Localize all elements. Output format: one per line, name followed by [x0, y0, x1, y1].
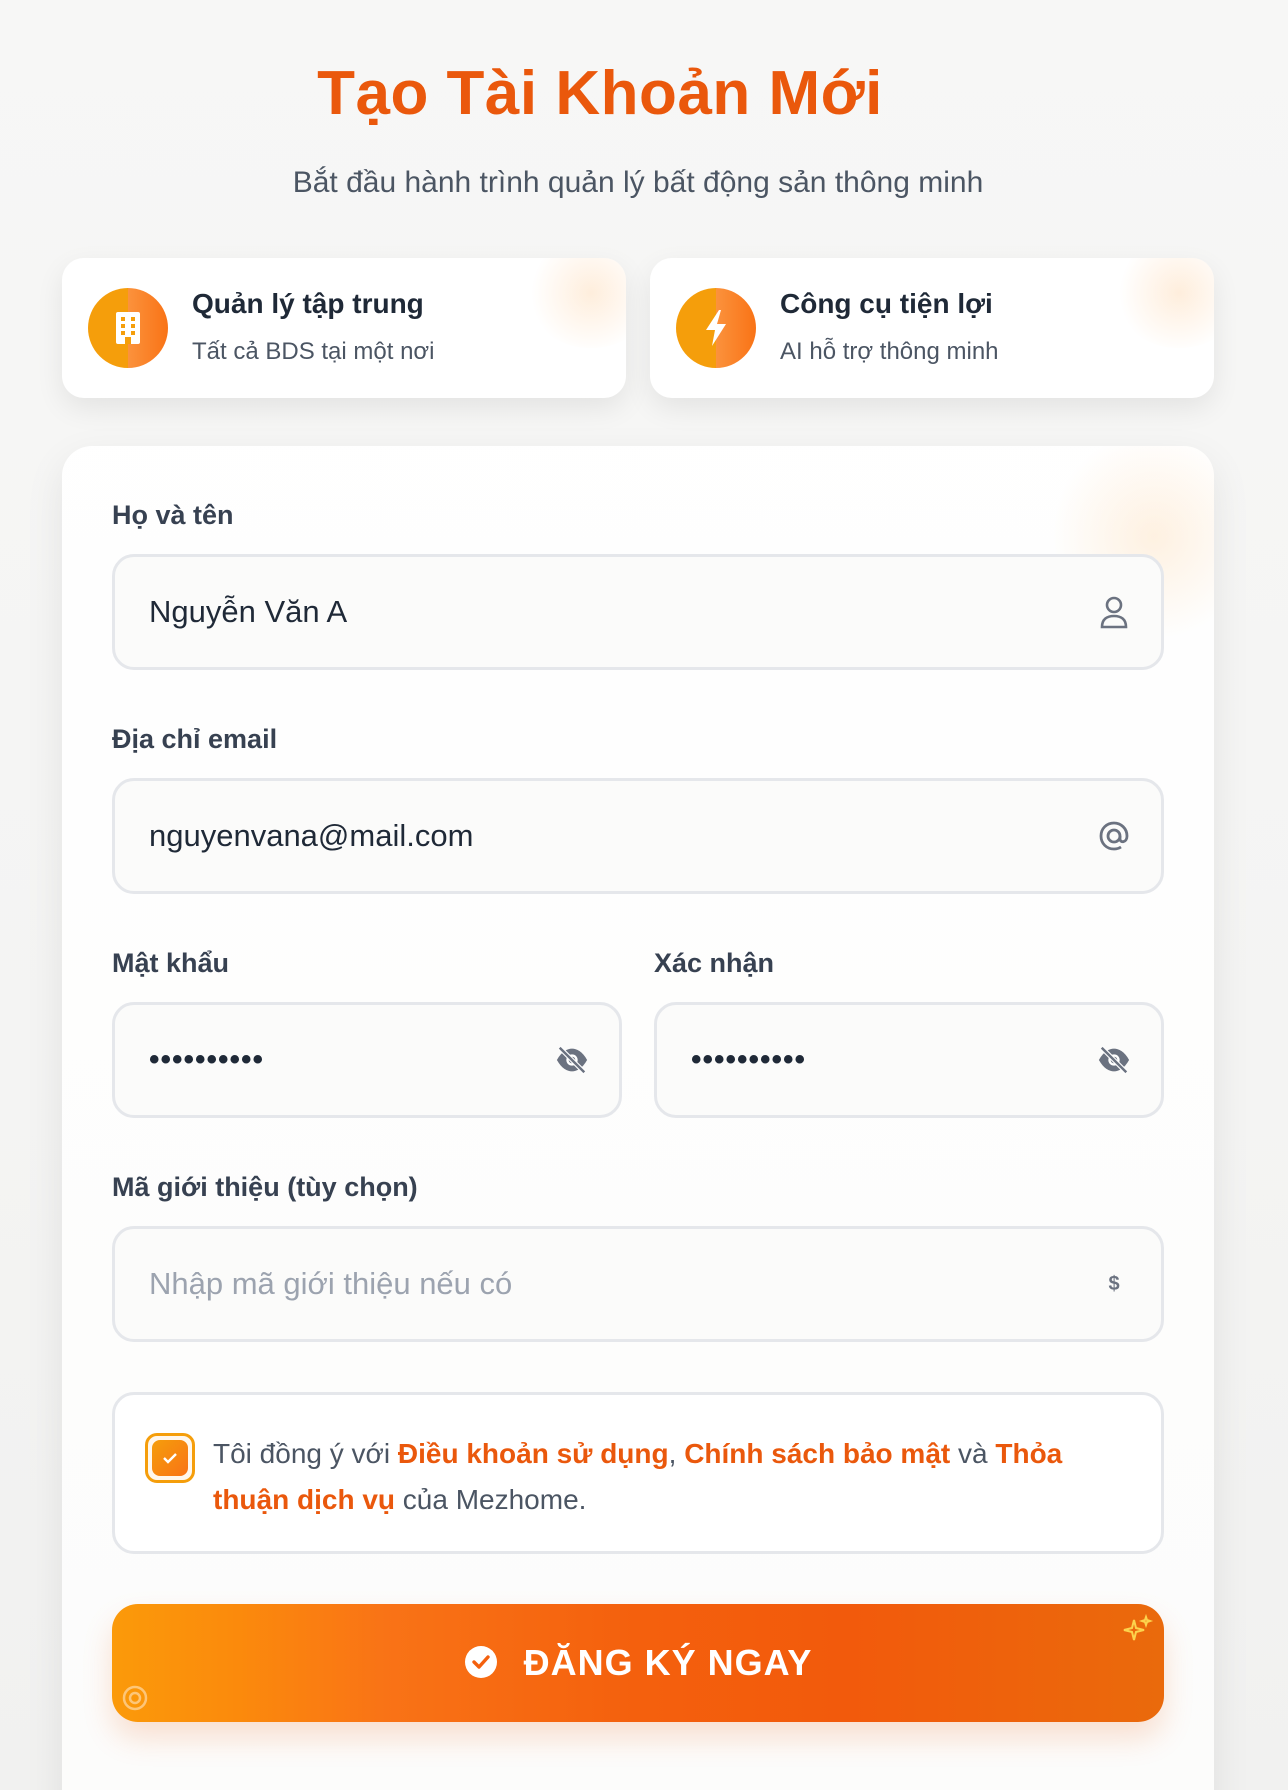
feature-card-tools: Công cụ tiện lợi AI hỗ trợ thông minh	[650, 258, 1214, 398]
terms-suffix: của Mezhome.	[395, 1484, 587, 1515]
page-subtitle: Bắt đầu hành trình quản lý bất động sản …	[292, 166, 984, 199]
terms-text: Tôi đồng ý với Điều khoản sử dụng, Chính…	[213, 1431, 1113, 1523]
email-label: Địa chỉ email	[112, 724, 278, 754]
name-value[interactable]: Nguyễn Văn A	[149, 594, 347, 630]
terms-checkbox[interactable]	[145, 1433, 195, 1483]
signup-page: Tạo Tài Khoản Mới Bắt đầu hành trình quả…	[0, 0, 1288, 1790]
feature-title: Quản lý tập trung	[192, 288, 424, 319]
terms-box: Tôi đồng ý với Điều khoản sử dụng, Chính…	[112, 1392, 1164, 1554]
terms-prefix: Tôi đồng ý với	[213, 1438, 398, 1469]
at-icon	[1097, 819, 1131, 853]
lightning-icon	[676, 288, 756, 368]
target-icon	[120, 1683, 150, 1716]
page-title: Tạo Tài Khoản Mới	[317, 59, 883, 128]
referral-placeholder[interactable]: Nhập mã giới thiệu nếu có	[149, 1266, 512, 1302]
dollar-icon: $	[1108, 1272, 1120, 1295]
terms-and: và	[950, 1438, 996, 1469]
sparkle-icon	[1120, 1613, 1154, 1651]
confirm-label: Xác nhận	[654, 948, 775, 978]
password-field[interactable]: ••••••••••	[112, 1002, 622, 1118]
building-icon	[88, 288, 168, 368]
register-button-label: ĐĂNG KÝ NGAY	[523, 1642, 813, 1683]
check-icon	[152, 1440, 188, 1476]
check-circle-icon	[464, 1645, 498, 1682]
name-label: Họ và tên	[112, 500, 234, 530]
referral-field[interactable]: Nhập mã giới thiệu nếu có $	[112, 1226, 1164, 1342]
name-field[interactable]: Nguyễn Văn A	[112, 554, 1164, 670]
feature-title: Công cụ tiện lợi	[780, 288, 993, 319]
referral-label: Mã giới thiệu (tùy chọn)	[112, 1172, 418, 1202]
terms-of-use-link[interactable]: Điều khoản sử dụng	[398, 1438, 669, 1469]
feature-description: AI hỗ trợ thông minh	[780, 338, 999, 365]
privacy-policy-link[interactable]: Chính sách bảo mật	[684, 1438, 950, 1469]
password-value[interactable]: ••••••••••	[149, 1043, 264, 1077]
password-label: Mật khẩu	[112, 948, 230, 978]
register-button[interactable]: ĐĂNG KÝ NGAY	[112, 1604, 1164, 1722]
eye-off-icon[interactable]	[1097, 1043, 1131, 1077]
feature-card-centralized: Quản lý tập trung Tất cả BDS tại một nơi	[62, 258, 626, 398]
email-field[interactable]: nguyenvana@mail.com	[112, 778, 1164, 894]
eye-off-icon[interactable]	[555, 1043, 589, 1077]
user-icon	[1097, 595, 1131, 629]
confirm-value[interactable]: ••••••••••	[691, 1043, 806, 1077]
feature-description: Tất cả BDS tại một nơi	[192, 338, 435, 365]
confirm-password-field[interactable]: ••••••••••	[654, 1002, 1164, 1118]
email-value[interactable]: nguyenvana@mail.com	[149, 818, 473, 854]
terms-separator: ,	[668, 1438, 685, 1469]
